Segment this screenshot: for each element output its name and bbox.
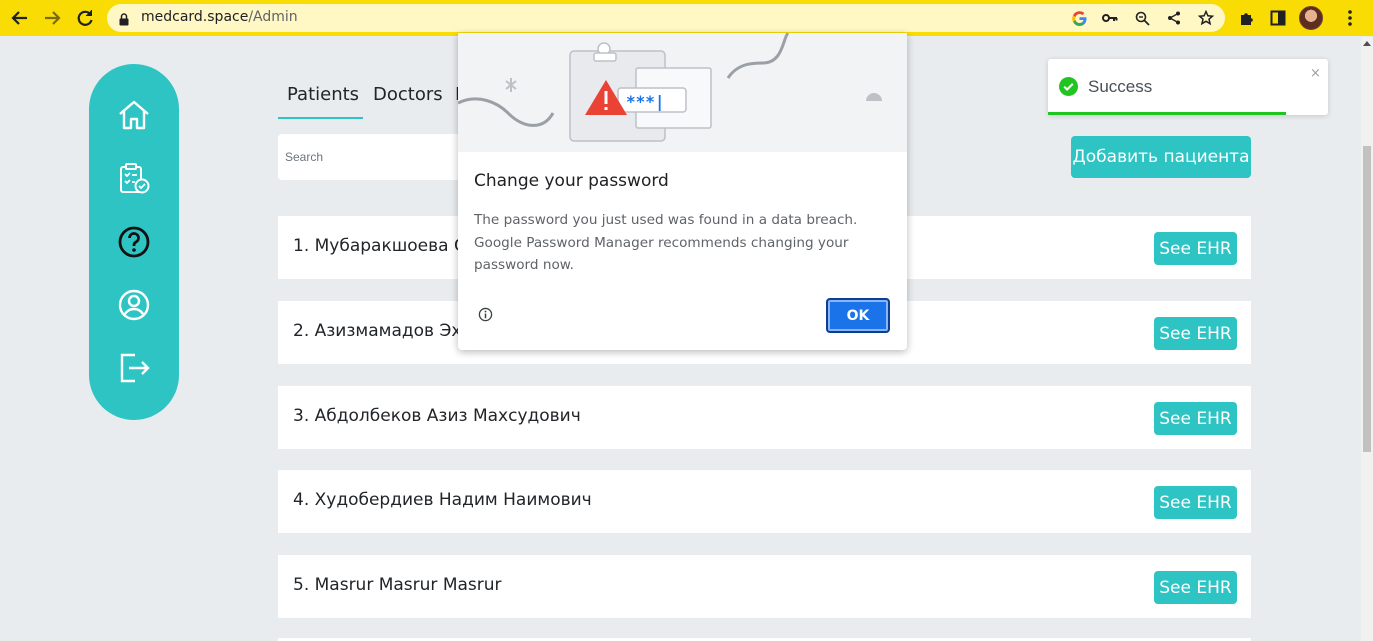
back-arrow-icon[interactable]: [8, 6, 32, 30]
see-ehr-button[interactable]: See EHR: [1154, 317, 1237, 350]
toast-progress-bar: [1048, 112, 1286, 115]
password-breach-illustration: ***|: [458, 33, 907, 152]
tab-doctors[interactable]: Doctors: [373, 84, 443, 105]
patient-name: 1. Мубаракшоева С: [293, 236, 466, 256]
password-breach-dialog: ***| Change your password The password y…: [458, 33, 907, 350]
toast-close-icon[interactable]: ×: [1310, 66, 1321, 81]
user-icon: [118, 289, 150, 321]
dialog-title: Change your password: [474, 171, 669, 191]
tab-patients[interactable]: Patients: [287, 84, 359, 105]
url-text: medcard.space/Admin: [141, 9, 298, 25]
zoom-icon[interactable]: [1133, 9, 1151, 27]
browser-toolbar: medcard.space/Admin: [0, 0, 1373, 36]
see-ehr-button[interactable]: See EHR: [1154, 571, 1237, 604]
sidebar: [89, 64, 179, 420]
sidebar-item-logout[interactable]: [116, 350, 152, 386]
check-circle-icon: [1059, 77, 1078, 100]
key-icon[interactable]: [1101, 9, 1119, 27]
extensions-puzzle-icon[interactable]: [1235, 6, 1259, 30]
share-icon[interactable]: [1165, 9, 1183, 27]
sidebar-item-help[interactable]: [116, 224, 152, 260]
see-ehr-button[interactable]: See EHR: [1154, 486, 1237, 519]
more-menu-icon[interactable]: [1338, 6, 1362, 30]
logout-icon: [120, 353, 150, 383]
reload-icon[interactable]: [73, 6, 97, 30]
see-ehr-button[interactable]: See EHR: [1154, 402, 1237, 435]
info-icon[interactable]: [478, 307, 493, 326]
patient-name: 4. Худобердиев Надим Наимович: [293, 490, 592, 510]
sidebar-item-home[interactable]: [116, 97, 152, 133]
bookmark-star-icon[interactable]: [1197, 9, 1215, 27]
dialog-body: The password you just used was found in …: [474, 212, 858, 273]
list-item: 5. Masrur Masrur Masrur See EHR: [278, 555, 1251, 618]
profile-avatar[interactable]: [1299, 6, 1323, 30]
password-mask-text: ***|: [626, 92, 665, 112]
sidebar-item-profile[interactable]: [116, 287, 152, 323]
list-item: 4. Худобердиев Надим Наимович See EHR: [278, 470, 1251, 533]
ok-button[interactable]: OK: [826, 298, 890, 333]
active-tab-indicator: [278, 117, 363, 119]
sidebar-item-records[interactable]: [116, 160, 152, 196]
forward-arrow-icon[interactable]: [40, 6, 64, 30]
help-icon: [118, 226, 150, 258]
see-ehr-button[interactable]: See EHR: [1154, 232, 1237, 265]
side-panel-icon[interactable]: [1266, 6, 1290, 30]
patient-name: 5. Masrur Masrur Masrur: [293, 575, 502, 595]
patient-name: 3. Абдолбеков Азиз Махсудович: [293, 406, 581, 426]
address-bar[interactable]: medcard.space/Admin: [107, 4, 1225, 32]
google-icon[interactable]: [1070, 9, 1088, 27]
scroll-up-arrow-icon[interactable]: [1363, 41, 1371, 46]
home-icon: [119, 100, 149, 130]
add-patient-button[interactable]: Добавить пациента: [1071, 136, 1251, 178]
clipboard-check-icon: [120, 163, 150, 194]
scrollbar-thumb[interactable]: [1363, 146, 1371, 452]
patient-name: 2. Азизмамадов Эхс: [293, 321, 471, 341]
toast-message: Success: [1088, 77, 1153, 96]
list-item: 3. Абдолбеков Азиз Махсудович See EHR: [278, 386, 1251, 449]
success-toast: Success ×: [1048, 59, 1328, 115]
lock-icon: [119, 11, 129, 30]
